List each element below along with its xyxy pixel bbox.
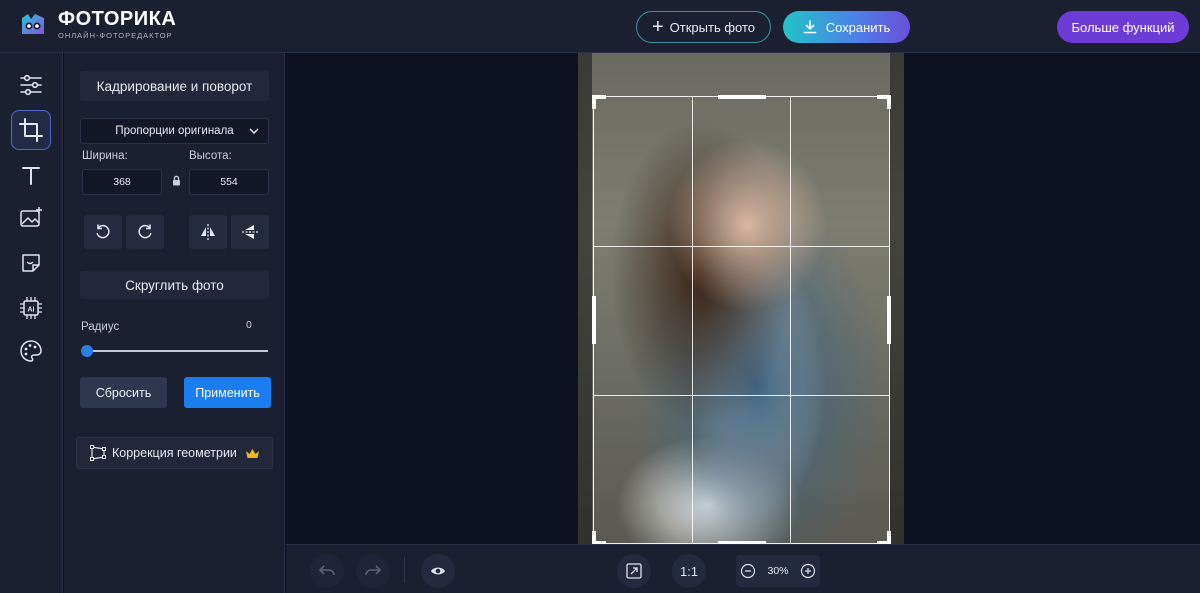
crop-handle-top[interactable] bbox=[718, 95, 766, 99]
logo[interactable]: ФОТОРИКА ОНЛАЙН-ФОТОРЕДАКТОР bbox=[18, 9, 176, 40]
flip-vertical-icon bbox=[242, 225, 258, 239]
radius-slider-track[interactable] bbox=[86, 350, 268, 352]
reset-button[interactable]: Сбросить bbox=[80, 377, 167, 408]
crop-grid-line bbox=[594, 246, 889, 247]
save-button[interactable]: Сохранить bbox=[783, 11, 910, 43]
crop-settings-panel: Кадрирование и поворот Пропорции оригина… bbox=[64, 53, 285, 593]
height-label: Высота: bbox=[189, 150, 232, 162]
rotate-left-button[interactable] bbox=[84, 215, 122, 249]
open-photo-label: Открыть фото bbox=[669, 19, 756, 35]
plus-icon: + bbox=[651, 16, 664, 38]
crop-handle-bottom-left[interactable] bbox=[592, 531, 606, 545]
save-label: Сохранить bbox=[825, 19, 891, 35]
expand-icon bbox=[626, 563, 642, 579]
redo-button[interactable] bbox=[356, 554, 390, 588]
perspective-icon bbox=[90, 445, 106, 461]
redo-icon bbox=[365, 565, 381, 576]
palette-tool-button[interactable] bbox=[11, 331, 51, 371]
sticker-tool-button[interactable] bbox=[11, 243, 51, 283]
open-photo-button[interactable]: + Открыть фото bbox=[636, 11, 771, 43]
actual-size-button[interactable]: 1:1 bbox=[672, 554, 706, 588]
eye-icon bbox=[431, 567, 445, 575]
editor-canvas bbox=[286, 53, 1200, 545]
download-icon bbox=[803, 20, 816, 34]
more-features-button[interactable]: Больше функций bbox=[1057, 11, 1189, 43]
crop-icon bbox=[19, 118, 43, 142]
crop-handle-left[interactable] bbox=[592, 296, 596, 344]
crop-handle-top-right[interactable] bbox=[877, 95, 891, 109]
crop-tool-button[interactable] bbox=[11, 110, 51, 150]
preview-button[interactable] bbox=[421, 554, 455, 588]
flip-horizontal-icon bbox=[201, 224, 215, 240]
zoom-level: 30% bbox=[767, 565, 789, 577]
zoom-in-icon[interactable] bbox=[800, 563, 816, 579]
logo-icon bbox=[22, 13, 44, 34]
flip-vertical-button[interactable] bbox=[231, 215, 269, 249]
crop-frame[interactable] bbox=[592, 95, 891, 545]
crop-grid-line bbox=[790, 97, 791, 543]
undo-button[interactable] bbox=[310, 554, 344, 588]
svg-text:AI: AI bbox=[28, 307, 35, 314]
text-tool-button[interactable] bbox=[11, 155, 51, 195]
zoom-control: 30% bbox=[736, 555, 820, 587]
lock-icon[interactable] bbox=[172, 175, 181, 186]
geometry-correction-button[interactable]: Коррекция геометрии bbox=[76, 437, 273, 469]
crop-section-title: Кадрирование и поворот bbox=[80, 71, 269, 101]
geometry-correction-label: Коррекция геометрии bbox=[112, 446, 237, 460]
tools-sidebar: AI bbox=[0, 53, 63, 593]
crop-handle-right[interactable] bbox=[887, 296, 891, 344]
text-icon bbox=[22, 167, 40, 185]
adjust-tool-button[interactable] bbox=[11, 65, 51, 105]
crop-grid-line bbox=[594, 395, 889, 396]
app-subtitle: ОНЛАЙН-ФОТОРЕДАКТОР bbox=[58, 31, 173, 40]
rotate-left-icon bbox=[96, 224, 110, 239]
apply-button[interactable]: Применить bbox=[184, 377, 271, 408]
crop-grid-line bbox=[692, 97, 693, 543]
image-add-icon bbox=[20, 207, 42, 227]
palette-icon bbox=[20, 340, 42, 362]
ai-tool-button[interactable]: AI bbox=[11, 288, 51, 328]
round-section-title: Скруглить фото bbox=[80, 271, 269, 299]
radius-slider-handle[interactable] bbox=[81, 345, 93, 357]
bottom-toolbar: 1:1 30% bbox=[286, 544, 1200, 593]
rotate-right-icon bbox=[138, 224, 152, 239]
radius-value: 0 bbox=[246, 319, 252, 331]
rotate-right-button[interactable] bbox=[126, 215, 164, 249]
proportions-select[interactable]: Пропорции оригинала bbox=[80, 118, 269, 144]
zoom-out-icon[interactable] bbox=[740, 563, 756, 579]
undo-icon bbox=[319, 565, 335, 576]
crown-icon bbox=[245, 448, 259, 458]
proportions-value: Пропорции оригинала bbox=[115, 125, 234, 137]
ai-chip-icon: AI bbox=[20, 297, 42, 319]
width-input[interactable]: 368 bbox=[82, 169, 162, 195]
fit-screen-button[interactable] bbox=[617, 554, 651, 588]
adjust-sliders-icon bbox=[20, 74, 42, 96]
app-header: ФОТОРИКА ОНЛАЙН-ФОТОРЕДАКТОР + Открыть ф… bbox=[0, 0, 1200, 53]
height-input[interactable]: 554 bbox=[189, 169, 269, 195]
sticker-icon bbox=[22, 254, 40, 272]
width-label: Ширина: bbox=[82, 150, 128, 162]
crop-handle-bottom-right[interactable] bbox=[877, 531, 891, 545]
flip-horizontal-button[interactable] bbox=[189, 215, 227, 249]
radius-label: Радиус bbox=[81, 321, 120, 333]
app-title: ФОТОРИКА bbox=[58, 8, 177, 30]
chevron-down-icon bbox=[249, 128, 259, 135]
crop-handle-top-left[interactable] bbox=[592, 95, 606, 109]
image-add-tool-button[interactable] bbox=[11, 198, 51, 238]
